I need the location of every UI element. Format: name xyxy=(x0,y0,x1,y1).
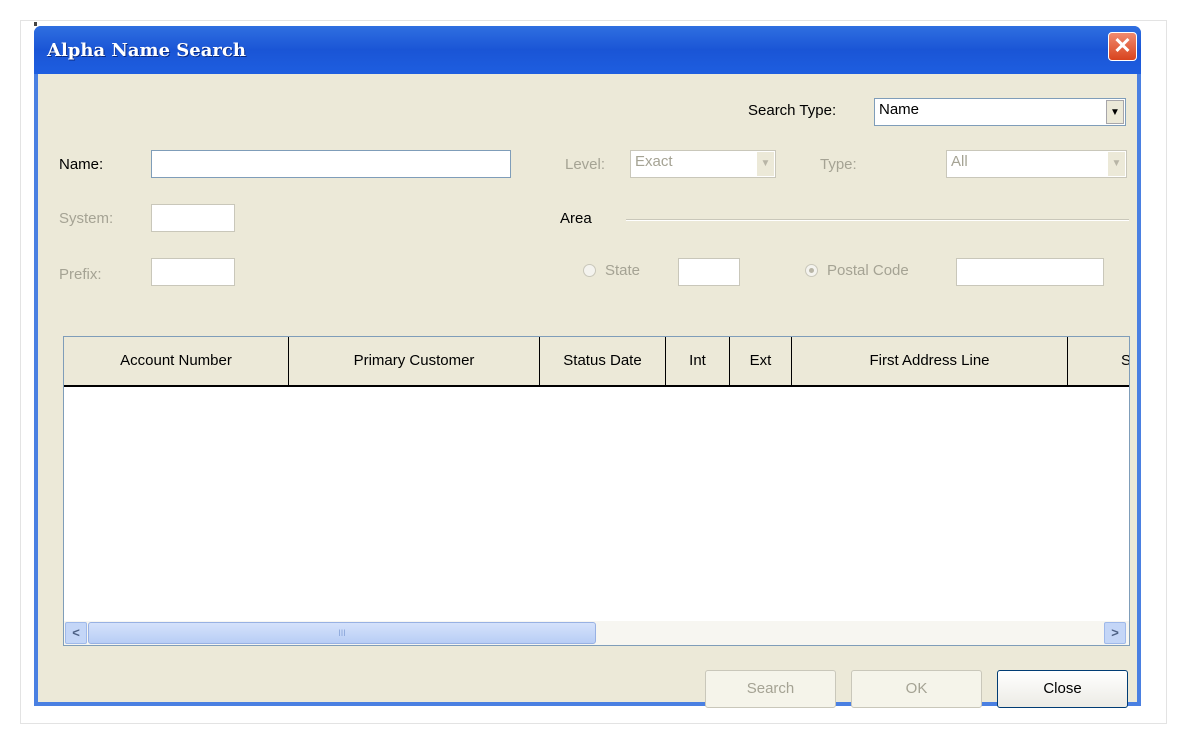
search-type-label: Search Type: xyxy=(748,102,837,119)
postal-code-label: Postal Code xyxy=(827,262,909,279)
state-radio[interactable] xyxy=(583,264,596,277)
corner-mark xyxy=(34,22,37,26)
chevron-down-icon[interactable]: ▼ xyxy=(1106,100,1124,124)
level-dropdown[interactable]: Exact ▼ xyxy=(630,150,776,178)
title-bar[interactable]: Alpha Name Search ✕ xyxy=(34,26,1141,74)
search-button[interactable]: Search xyxy=(705,670,836,708)
search-type-value: Name xyxy=(879,101,920,118)
postal-code-radio[interactable] xyxy=(805,264,818,277)
dialog-client-area: Search Type: Name ▼ Name: Level: Exact ▼… xyxy=(38,74,1137,708)
ok-button[interactable]: OK xyxy=(851,670,982,708)
column-header-primary-customer[interactable]: Primary Customer xyxy=(289,337,540,385)
level-label: Level: xyxy=(565,156,606,173)
dialog-window: Alpha Name Search ✕ Search Type: Name ▼ … xyxy=(34,26,1141,708)
column-header-s[interactable]: S xyxy=(1068,337,1129,385)
type-value: All xyxy=(951,153,968,170)
chevron-down-icon[interactable]: ▼ xyxy=(1107,152,1125,176)
area-group-divider xyxy=(626,219,1129,221)
close-icon: ✕ xyxy=(1113,33,1132,58)
scrollbar-thumb[interactable]: III xyxy=(88,622,596,644)
grid-header: Account Number Primary Customer Status D… xyxy=(64,337,1129,387)
level-value: Exact xyxy=(635,153,673,170)
system-input[interactable] xyxy=(151,204,235,232)
name-label: Name: xyxy=(59,156,104,173)
system-label: System: xyxy=(59,210,114,227)
results-grid[interactable]: Account Number Primary Customer Status D… xyxy=(63,336,1130,646)
chevron-left-icon: < xyxy=(72,625,80,640)
scroll-right-button[interactable]: > xyxy=(1104,622,1126,644)
type-label: Type: xyxy=(820,156,857,173)
grip-icon: III xyxy=(338,628,346,638)
state-label: State xyxy=(605,262,641,279)
column-header-int[interactable]: Int xyxy=(666,337,730,385)
name-input[interactable] xyxy=(151,150,511,178)
chevron-right-icon: > xyxy=(1111,625,1119,640)
area-group-label: Area xyxy=(560,210,592,227)
chevron-down-icon[interactable]: ▼ xyxy=(756,152,774,176)
scroll-left-button[interactable]: < xyxy=(65,622,87,644)
column-header-ext[interactable]: Ext xyxy=(730,337,792,385)
close-window-button[interactable]: ✕ xyxy=(1108,32,1137,61)
type-dropdown[interactable]: All ▼ xyxy=(946,150,1127,178)
column-header-status-date[interactable]: Status Date xyxy=(540,337,666,385)
postal-code-input[interactable] xyxy=(956,258,1104,286)
column-header-account-number[interactable]: Account Number xyxy=(64,337,289,385)
close-button[interactable]: Close xyxy=(997,670,1128,708)
horizontal-scrollbar[interactable]: < III > xyxy=(64,621,1129,645)
column-header-first-address-line[interactable]: First Address Line xyxy=(792,337,1068,385)
state-input[interactable] xyxy=(678,258,740,286)
prefix-label: Prefix: xyxy=(59,266,102,283)
window-title: Alpha Name Search xyxy=(47,40,246,61)
prefix-input[interactable] xyxy=(151,258,235,286)
search-type-dropdown[interactable]: Name ▼ xyxy=(874,98,1126,126)
